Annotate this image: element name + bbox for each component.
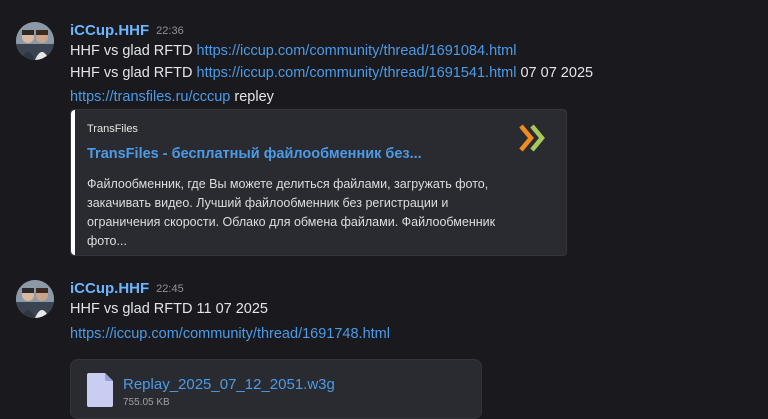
file-attachment: Replay_2025_07_12_2051.w3g 755.05 KB bbox=[70, 359, 482, 419]
attachment-size: 755.05 KB bbox=[123, 397, 170, 408]
message-2: iCCup.HHF 22:45 HHF vs glad RFTD 11 07 20… bbox=[0, 0, 768, 419]
username[interactable]: iCCup.HHF bbox=[70, 280, 149, 297]
message-line: HHF vs glad RFTD 11 07 2025 bbox=[70, 301, 268, 317]
file-icon bbox=[87, 373, 113, 407]
avatar[interactable] bbox=[16, 280, 54, 318]
message-header: iCCup.HHF 22:45 bbox=[70, 280, 184, 298]
thread-link[interactable]: https://iccup.com/community/thread/16917… bbox=[70, 326, 390, 342]
message-line: https://iccup.com/community/thread/16917… bbox=[70, 326, 390, 342]
avatar-image bbox=[16, 280, 54, 318]
message-text: HHF vs glad RFTD 11 07 2025 bbox=[70, 301, 268, 317]
attachment-filename[interactable]: Replay_2025_07_12_2051.w3g bbox=[123, 376, 335, 393]
timestamp: 22:45 bbox=[156, 283, 184, 295]
